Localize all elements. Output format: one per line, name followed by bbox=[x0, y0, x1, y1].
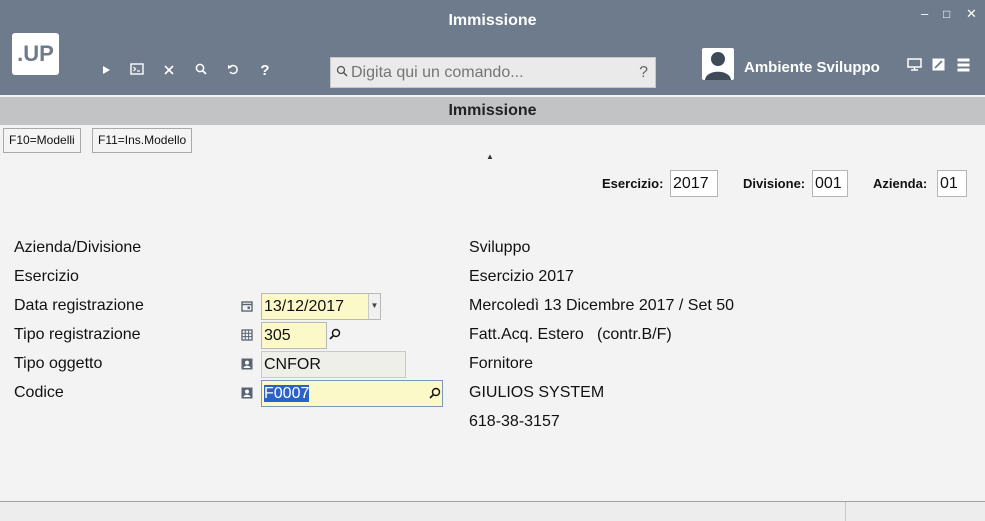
status-bar bbox=[0, 502, 985, 521]
azienda-divisione-description: Sviluppo bbox=[469, 239, 531, 256]
lookup-search-icon[interactable] bbox=[429, 387, 441, 402]
maximize-button[interactable]: □ bbox=[943, 7, 950, 21]
esercizio-field[interactable]: 2017 bbox=[670, 170, 718, 197]
divisione-field[interactable]: 001 bbox=[812, 170, 848, 197]
terminal-icon[interactable] bbox=[127, 61, 147, 81]
search-icon[interactable] bbox=[191, 61, 211, 81]
lookup-search-icon[interactable] bbox=[329, 328, 341, 343]
monitor-icon[interactable] bbox=[906, 58, 922, 74]
azienda-field[interactable]: 01 bbox=[937, 170, 967, 197]
esercizio-row-label: Esercizio bbox=[14, 268, 79, 285]
search-icon bbox=[336, 65, 350, 79]
page-title: Immissione bbox=[0, 97, 985, 125]
minimize-button[interactable]: – bbox=[921, 6, 928, 21]
tipo-oggetto-field: CNFOR bbox=[261, 351, 406, 378]
codice-extra-info: 618-38-3157 bbox=[469, 413, 560, 430]
contact-card-icon bbox=[240, 387, 253, 400]
codice-label: Codice bbox=[14, 384, 64, 401]
data-registrazione-field[interactable]: 13/12/2017 bbox=[261, 293, 381, 320]
tipo-registrazione-description: Fatt.Acq. Estero (contr.B/F) bbox=[469, 326, 672, 343]
close-window-button[interactable]: ✕ bbox=[966, 6, 977, 22]
codice-description: GIULIOS SYSTEM bbox=[469, 384, 605, 401]
collapse-arrow-icon[interactable]: ▲ bbox=[486, 152, 494, 161]
command-help-icon[interactable]: ? bbox=[639, 64, 648, 82]
calendar-icon bbox=[240, 300, 253, 313]
app-logo: .UP bbox=[12, 33, 59, 75]
codice-selected-text: F0007 bbox=[264, 385, 310, 402]
undo-icon[interactable] bbox=[223, 61, 243, 81]
data-registrazione-label: Data registrazione bbox=[14, 297, 144, 314]
edit-icon[interactable] bbox=[930, 58, 946, 74]
command-input[interactable] bbox=[351, 62, 631, 84]
azienda-label: Azienda: bbox=[873, 176, 928, 191]
tipo-registrazione-label: Tipo registrazione bbox=[14, 326, 141, 343]
window-title: Immissione bbox=[448, 12, 537, 29]
tipo-oggetto-description: Fornitore bbox=[469, 355, 534, 372]
f11-ins-modello-button[interactable]: F11=Ins.Modello bbox=[92, 128, 193, 153]
close-icon[interactable] bbox=[159, 61, 179, 81]
esercizio-label: Esercizio: bbox=[602, 176, 664, 191]
chevron-down-icon[interactable]: ▼ bbox=[368, 294, 380, 319]
data-registrazione-description: Mercoledì 13 Dicembre 2017 / Set 50 bbox=[469, 297, 735, 314]
divisione-label: Divisione: bbox=[743, 176, 806, 191]
azienda-divisione-label: Azienda/Divisione bbox=[14, 239, 142, 256]
esercizio-description: Esercizio 2017 bbox=[469, 268, 574, 285]
f10-modelli-button[interactable]: F10=Modelli bbox=[3, 128, 81, 153]
menu-icon[interactable] bbox=[955, 58, 971, 74]
command-bar: ? bbox=[330, 57, 656, 88]
table-icon bbox=[240, 329, 253, 342]
avatar[interactable] bbox=[702, 48, 734, 80]
play-icon[interactable] bbox=[96, 61, 116, 81]
user-name[interactable]: Ambiente Sviluppo bbox=[744, 59, 880, 76]
codice-field[interactable]: F0007 bbox=[261, 380, 443, 407]
status-bar-separator bbox=[845, 502, 846, 521]
tipo-oggetto-label: Tipo oggetto bbox=[14, 355, 103, 372]
help-icon[interactable]: ? bbox=[255, 61, 275, 81]
tipo-registrazione-field[interactable]: 305 bbox=[261, 322, 327, 349]
contact-card-icon bbox=[240, 358, 253, 371]
